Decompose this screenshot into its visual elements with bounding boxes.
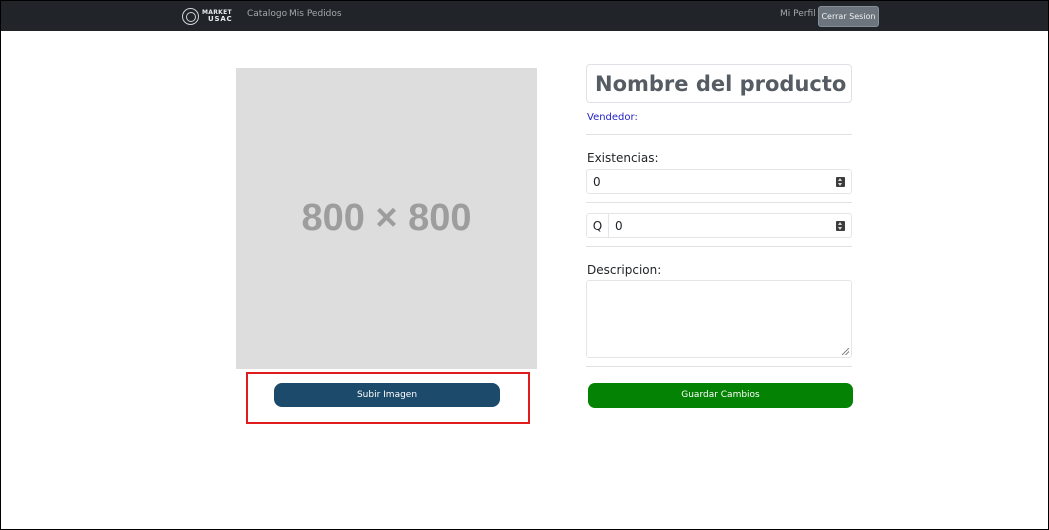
product-name-text: Nombre del producto: [595, 72, 847, 96]
brand-logo-link[interactable]: MARKET USAC: [182, 7, 232, 25]
description-label: Descripcion:: [587, 263, 662, 277]
logout-button[interactable]: Cerrar Sesion: [818, 6, 879, 27]
currency-addon: Q: [586, 213, 609, 238]
brand-line-2: USAC: [208, 15, 233, 23]
price-value: 0: [615, 219, 623, 233]
navbar: MARKET USAC Catalogo Mis Pedidos Mi Perf…: [1, 1, 1048, 31]
stock-spinner-icon[interactable]: [836, 177, 845, 187]
stock-input[interactable]: 0: [586, 169, 852, 194]
nav-link-mi-perfil[interactable]: Mi Perfil: [780, 9, 816, 19]
placeholder-dimensions-text: 800 × 800: [301, 197, 472, 239]
divider: [586, 246, 852, 247]
stock-label: Existencias:: [587, 151, 659, 165]
price-input[interactable]: 0: [608, 213, 852, 238]
product-name-input[interactable]: Nombre del producto: [586, 64, 852, 103]
description-textarea[interactable]: [586, 280, 852, 358]
currency-symbol: Q: [592, 219, 603, 233]
resize-grip-icon[interactable]: [842, 348, 849, 355]
product-image-placeholder: 800 × 800: [236, 68, 537, 369]
divider: [586, 202, 852, 203]
vendor-label: Vendedor:: [587, 112, 638, 123]
brand-text: MARKET USAC: [202, 9, 232, 23]
divider: [586, 366, 852, 367]
upload-image-button[interactable]: Subir Imagen: [274, 383, 500, 407]
usac-logo-icon: [182, 7, 199, 25]
divider: [586, 134, 852, 135]
price-spinner-icon[interactable]: [836, 221, 845, 231]
page: MARKET USAC Catalogo Mis Pedidos Mi Perf…: [1, 1, 1048, 529]
stock-value: 0: [593, 175, 601, 189]
save-changes-button[interactable]: Guardar Cambios: [588, 383, 853, 408]
nav-link-catalogo[interactable]: Catalogo: [247, 9, 287, 19]
nav-link-mis-pedidos[interactable]: Mis Pedidos: [289, 9, 342, 19]
